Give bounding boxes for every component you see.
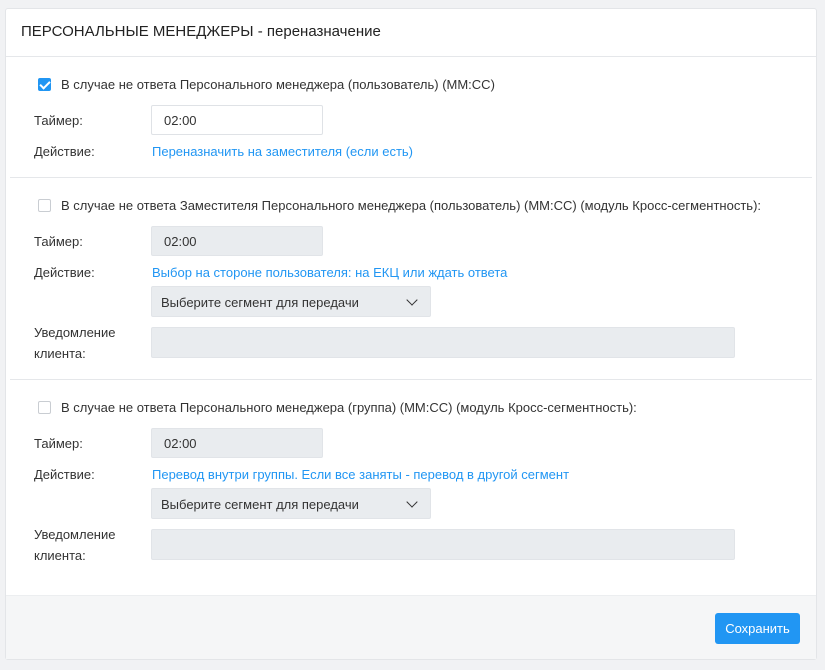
section-3-notify-field[interactable] <box>151 529 735 560</box>
settings-card: ПЕРСОНАЛЬНЫЕ МЕНЕДЖЕРЫ - переназначение … <box>5 8 817 660</box>
section-1-action-link[interactable]: Переназначить на заместителя (если есть) <box>152 144 413 159</box>
card-footer: Сохранить <box>6 595 816 659</box>
section-3-checkbox[interactable] <box>38 401 51 414</box>
section-2-title: В случае не ответа Заместителя Персональ… <box>61 198 762 213</box>
section-2-notify-label-2: клиента: <box>34 346 86 361</box>
section-3-notify-label-1: Уведомление <box>34 527 116 542</box>
section-3-title: В случае не ответа Персонального менедже… <box>61 400 637 415</box>
section-3-notify-label-2: клиента: <box>34 548 86 563</box>
section-1-checkbox[interactable] <box>38 78 51 91</box>
section-1-title: В случае не ответа Персонального менедже… <box>61 77 495 92</box>
section-2-segment-select-value: Выберите сегмент для передачи <box>161 295 359 310</box>
card-title: ПЕРСОНАЛЬНЫЕ МЕНЕДЖЕРЫ - переназначение <box>6 9 816 57</box>
section-3-segment-select-value: Выберите сегмент для передачи <box>161 497 359 512</box>
section-1-timer-label: Таймер: <box>34 113 83 128</box>
save-button[interactable]: Сохранить <box>715 613 800 644</box>
section-2-action-link[interactable]: Выбор на стороне пользователя: на ЕКЦ ил… <box>152 265 507 280</box>
section-2-timer-input[interactable]: 02:00 <box>151 226 323 256</box>
section-3-action-label: Действие: <box>34 467 95 482</box>
section-3-timer-input[interactable]: 02:00 <box>151 428 323 458</box>
chevron-down-icon <box>406 496 418 508</box>
section-2-timer-label: Таймер: <box>34 234 83 249</box>
divider <box>10 379 812 380</box>
section-2-notify-field[interactable] <box>151 327 735 358</box>
section-1-timer-input[interactable]: 02:00 <box>151 105 323 135</box>
section-2-segment-select[interactable]: Выберите сегмент для передачи <box>151 286 431 317</box>
section-3-segment-select[interactable]: Выберите сегмент для передачи <box>151 488 431 519</box>
section-1-action-label: Действие: <box>34 144 95 159</box>
divider <box>10 177 812 178</box>
section-2-checkbox[interactable] <box>38 199 51 212</box>
section-2-notify-label-1: Уведомление <box>34 325 116 340</box>
section-3-timer-label: Таймер: <box>34 436 83 451</box>
section-3-action-link[interactable]: Перевод внутри группы. Если все заняты -… <box>152 467 569 482</box>
section-2-action-label: Действие: <box>34 265 95 280</box>
chevron-down-icon <box>406 294 418 306</box>
